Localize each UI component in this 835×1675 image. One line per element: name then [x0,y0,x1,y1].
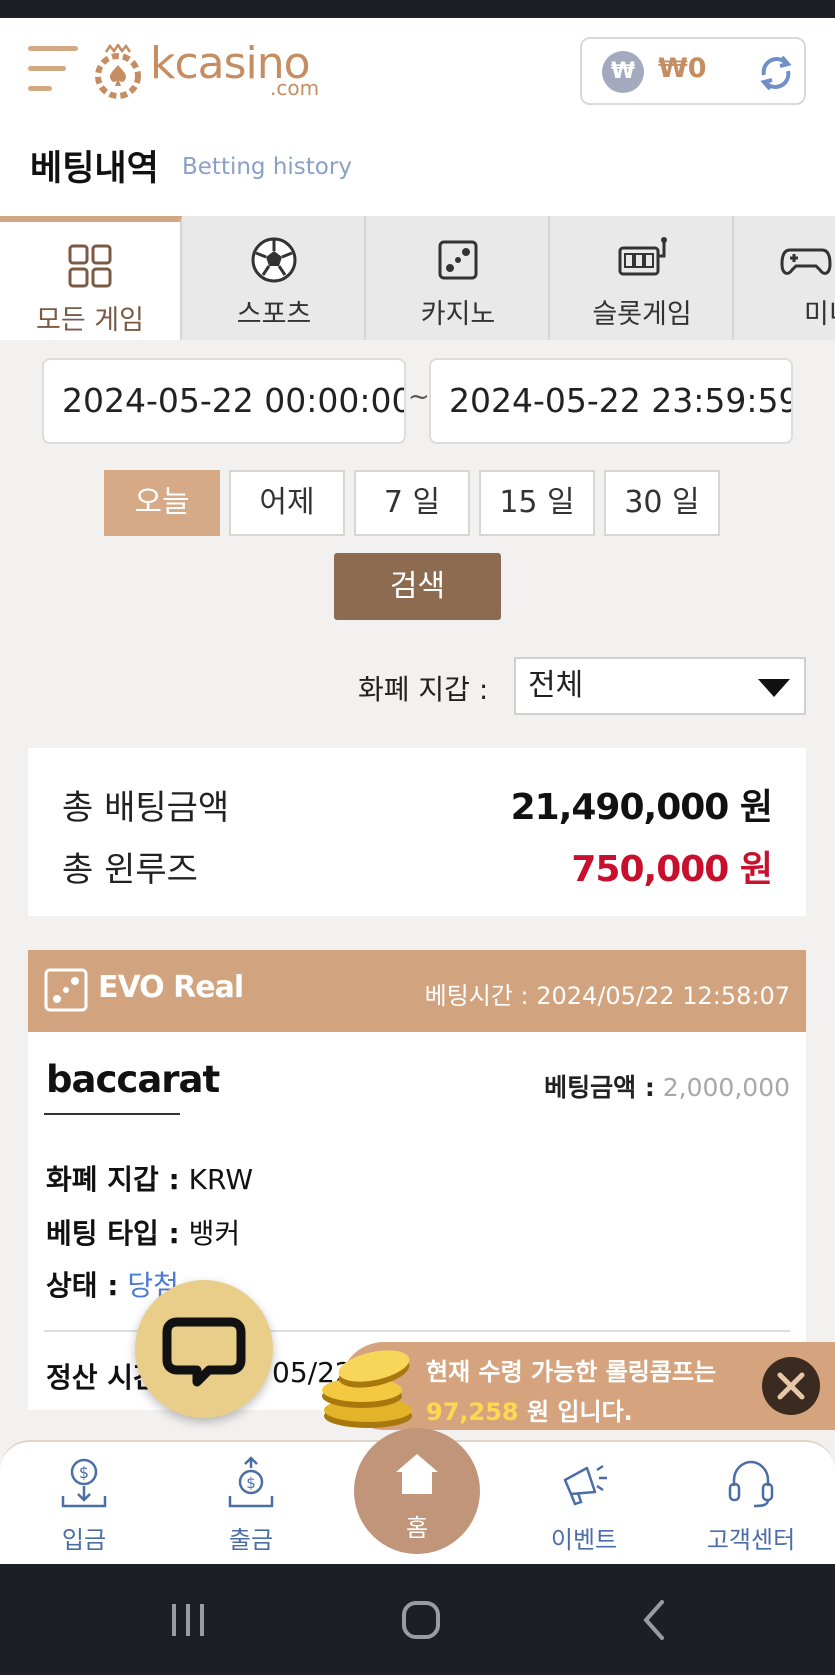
bet-amount: 베팅금액 : 2,000,000 [544,1068,790,1104]
tab-casino[interactable]: 카지노 [368,216,550,340]
total-bet-label: 총 배팅금액 [62,788,230,828]
tab-label: 모든 게임 [36,305,144,336]
tab-label: 미니 [804,299,835,330]
bet-time: 베팅시간 : 2024/05/22 12:58:07 [425,976,790,1011]
nav-support[interactable]: 고객센터 [691,1442,811,1566]
tab-label: 슬롯게임 [592,299,692,330]
bet-card-header: EVO Real 베팅시간 : 2024/05/22 12:58:07 [28,950,806,1032]
chevron-down-icon [758,679,790,697]
back-icon[interactable] [636,1600,676,1640]
bet-time-value: 2024/05/22 12:58:07 [536,982,790,1010]
megaphone-icon [563,1464,607,1506]
hamburger-menu-icon[interactable] [28,44,78,96]
logo[interactable]: kcasino .com [92,38,332,100]
poker-chip-icon [95,44,141,99]
status-bar [0,0,835,18]
chat-bubble-icon [162,1317,246,1387]
gamepad-icon [780,248,832,275]
start-date-input[interactable]: 2024-05-22 00:00:00 [42,358,406,444]
total-bet-value: 21,490,000 원 [510,787,773,828]
svg-text:$: $ [246,1474,256,1492]
promo-suffix: 원 입니다. [526,1398,633,1426]
nav-events[interactable]: 이벤트 [524,1442,644,1566]
wallet-select[interactable]: 전체 [514,657,806,715]
close-icon [777,1372,805,1400]
promo-line2: 97,258 원 입니다. [426,1392,633,1427]
summary-box: 총 배팅금액 21,490,000 원 총 윈루즈 750,000 원 [28,748,806,916]
bet-type-row: 베팅 타입 : 뱅커 [46,1212,240,1252]
nav-label: 출금 [228,1526,274,1554]
date-separator: ~ [408,382,430,412]
bet-amount-value: 2,000,000 [662,1073,790,1102]
page-title: 베팅내역 [30,149,159,189]
dice-icon [438,240,478,280]
slot-machine-icon [618,237,667,276]
promo-line1: 현재 수령 가능한 롤링콤프는 [426,1358,717,1386]
quick-filter-15days[interactable]: 15 일 [479,470,595,536]
end-date-input[interactable]: 2024-05-22 23:59:59 [429,358,793,444]
status-label: 상태 : [46,1269,119,1302]
logo-domain: .com [270,76,320,100]
tab-label: 카지노 [420,299,496,330]
recent-apps-icon[interactable] [168,1600,208,1640]
balance-box: ₩ ₩0 [580,37,806,105]
wallet-filter-label: 화폐 지갑 : [358,673,489,706]
provider-name: EVO Real [98,970,244,1005]
bet-type-label: 베팅 타입 : [46,1217,180,1250]
total-winloss-value: 750,000 원 [571,849,773,890]
page-subtitle: Betting history [182,154,352,180]
nav-label: 고객센터 [706,1526,796,1554]
deposit-icon: $ [61,1458,107,1508]
refresh-icon[interactable] [756,53,796,93]
quick-filter-yesterday[interactable]: 어제 [229,470,345,536]
bet-amount-label: 베팅금액 : [544,1073,655,1102]
close-button[interactable] [762,1357,820,1415]
wallet-select-value: 전체 [528,668,584,703]
quick-filter-7days[interactable]: 7 일 [354,470,470,536]
nav-deposit[interactable]: $ 입금 [24,1442,144,1566]
dice-icon [44,968,88,1012]
tab-sports[interactable]: 스포츠 [184,216,366,340]
currency-row: 화폐 지갑 : KRW [46,1158,253,1198]
bet-time-label: 베팅시간 : [424,982,529,1010]
gold-coins-icon [322,1350,412,1428]
promo-amount: 97,258 [426,1398,519,1426]
currency-label: 화폐 지갑 : [46,1163,180,1196]
system-nav-bar [0,1564,835,1675]
home-circle-icon[interactable] [401,1600,441,1640]
tab-slots[interactable]: 슬롯게임 [552,216,734,340]
svg-text:$: $ [79,1463,89,1482]
soccer-ball-icon [251,237,297,283]
bet-type-value: 뱅커 [188,1217,241,1250]
nav-home[interactable]: 홈 [354,1428,480,1554]
home-icon [396,1454,438,1494]
game-tabs: 모든 게임 스포츠 카지노 슬롯게임 미 [0,216,835,340]
headset-icon [728,1460,774,1508]
withdraw-icon: $ [228,1456,274,1508]
nav-withdraw[interactable]: $ 출금 [191,1442,311,1566]
quick-filter-today[interactable]: 오늘 [104,470,220,536]
nav-label: 이벤트 [550,1526,618,1554]
nav-label: 홈 [405,1514,429,1542]
won-coin-icon: ₩ [602,51,644,93]
balance-value: ₩0 [658,53,707,84]
search-button[interactable]: 검색 [334,553,501,620]
currency-value: KRW [188,1163,254,1196]
chat-button[interactable] [135,1280,273,1418]
quick-filter-30days[interactable]: 30 일 [604,470,720,536]
tab-mini[interactable]: 미니 [736,216,835,340]
tab-label: 스포츠 [236,299,312,330]
tab-all-games[interactable]: 모든 게임 [0,216,182,340]
game-name: baccarat [46,1058,220,1101]
total-winloss-label: 총 윈루즈 [62,850,198,890]
grid-icon [68,244,112,288]
divider [44,1113,180,1115]
nav-label: 입금 [61,1526,107,1554]
